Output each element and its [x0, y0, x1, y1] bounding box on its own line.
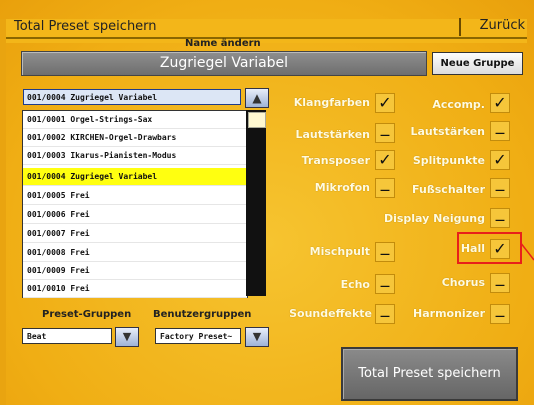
dash-icon: — — [495, 185, 505, 196]
user-groups-select[interactable]: Factory Preset~ — [155, 328, 241, 344]
list-item[interactable]: 001/0010 Frei — [23, 280, 247, 298]
up-arrow-icon: ▲ — [252, 91, 262, 105]
option-label-chorus: Chorus — [441, 276, 485, 289]
list-item[interactable]: 001/0004 Zugriegel Variabel — [23, 168, 247, 186]
list-item[interactable]: 001/0006 Frei — [23, 206, 247, 224]
option-label-lautstaerken-right: Lautstärken — [410, 125, 486, 138]
check-icon: ✓ — [378, 150, 392, 169]
page-title: Total Preset speichern — [14, 19, 157, 34]
left-edge — [0, 19, 6, 405]
preset-list: 001/0001 Orgel-Strings-Sax 001/0002 KIRC… — [22, 110, 248, 298]
checkbox-display-neigung[interactable]: — — [490, 208, 510, 228]
list-scrollbar[interactable] — [246, 110, 266, 296]
list-scrollbar-thumb[interactable] — [248, 112, 266, 128]
dash-icon: — — [380, 281, 390, 292]
checkbox-lautstaerken-right[interactable]: — — [490, 121, 510, 141]
user-groups-label: Benutzergruppen — [153, 309, 252, 320]
list-item[interactable]: 001/0009 Frei — [23, 262, 247, 280]
option-label-mischpult: Mischpult — [309, 245, 370, 258]
check-icon: ✓ — [493, 93, 507, 112]
checkbox-soundeffekte[interactable]: — — [375, 304, 395, 324]
option-label-echo: Echo — [340, 278, 370, 291]
hall-highlight-box — [457, 232, 522, 264]
list-item[interactable]: 001/0001 Orgel-Strings-Sax — [23, 111, 247, 129]
list-item[interactable]: 001/0008 Frei — [23, 244, 247, 262]
dash-icon: — — [495, 280, 505, 291]
preset-groups-dropdown-button[interactable]: ▼ — [115, 327, 139, 347]
scroll-up-button[interactable]: ▲ — [245, 88, 269, 108]
dash-icon: — — [380, 311, 390, 322]
new-group-button[interactable]: Neue Gruppe — [432, 52, 523, 75]
checkbox-transposer[interactable]: ✓ — [375, 150, 395, 170]
option-label-harmonizer: Harmonizer — [413, 307, 485, 320]
preset-groups-select[interactable]: Beat — [22, 328, 112, 344]
title-separator — [459, 18, 461, 36]
preset-list-current[interactable]: 001/0004 Zugriegel Variabel — [23, 89, 241, 105]
checkbox-chorus[interactable]: — — [490, 273, 510, 293]
checkbox-mikrofon[interactable]: — — [375, 178, 395, 198]
preset-name-field[interactable]: Zugriegel Variabel — [21, 51, 427, 76]
option-label-splitpunkte: Splitpunkte — [412, 154, 485, 167]
option-label-klangfarben: Klangfarben — [293, 96, 370, 109]
dash-icon: — — [380, 249, 390, 260]
screen: Total Preset speichern Zurück Name änder… — [0, 0, 534, 405]
name-change-label: Name ändern — [185, 38, 261, 49]
check-icon: ✓ — [493, 150, 507, 169]
title-underline — [6, 37, 527, 39]
checkbox-splitpunkte[interactable]: ✓ — [490, 150, 510, 170]
checkbox-lautstaerken-left[interactable]: — — [375, 123, 395, 143]
list-item[interactable]: 001/0005 Frei — [23, 187, 247, 205]
dash-icon: — — [380, 185, 390, 196]
dash-icon: — — [495, 215, 505, 226]
option-label-lautstaerken-left: Lautstärken — [295, 128, 371, 141]
dash-icon: — — [380, 130, 390, 141]
checkbox-fussschalter[interactable]: — — [490, 178, 510, 198]
list-item[interactable]: 001/0003 Ikarus-Pianisten-Modus — [23, 147, 247, 165]
back-button[interactable]: Zurück — [465, 18, 525, 38]
option-label-fussschalter: Fußschalter — [412, 183, 485, 196]
dash-icon: — — [495, 128, 505, 139]
checkbox-harmonizer[interactable]: — — [490, 304, 510, 324]
user-groups-dropdown-button[interactable]: ▼ — [245, 327, 269, 347]
check-icon: ✓ — [378, 93, 392, 112]
option-label-display-neigung: Display Neigung — [383, 212, 485, 225]
checkbox-klangfarben[interactable]: ✓ — [375, 93, 395, 113]
checkbox-echo[interactable]: — — [375, 274, 395, 294]
list-item[interactable]: 001/0002 KIRCHEN-Orgel-Drawbars — [23, 129, 247, 147]
option-label-transposer: Transposer — [301, 154, 370, 167]
chevron-down-icon: ▼ — [252, 330, 262, 343]
option-label-soundeffekte: Soundeffekte — [289, 307, 372, 320]
checkbox-accomp[interactable]: ✓ — [490, 93, 510, 113]
dash-icon: — — [495, 311, 505, 322]
option-label-accomp: Accomp. — [432, 98, 485, 111]
save-total-preset-button[interactable]: Total Preset speichern — [341, 347, 518, 401]
option-label-mikrofon: Mikrofon — [314, 181, 370, 194]
chevron-down-icon: ▼ — [122, 330, 132, 343]
red-pointer-line — [520, 241, 534, 261]
preset-groups-label: Preset-Gruppen — [42, 309, 132, 320]
checkbox-mischpult[interactable]: — — [375, 242, 395, 262]
list-item[interactable]: 001/0007 Frei — [23, 225, 247, 243]
